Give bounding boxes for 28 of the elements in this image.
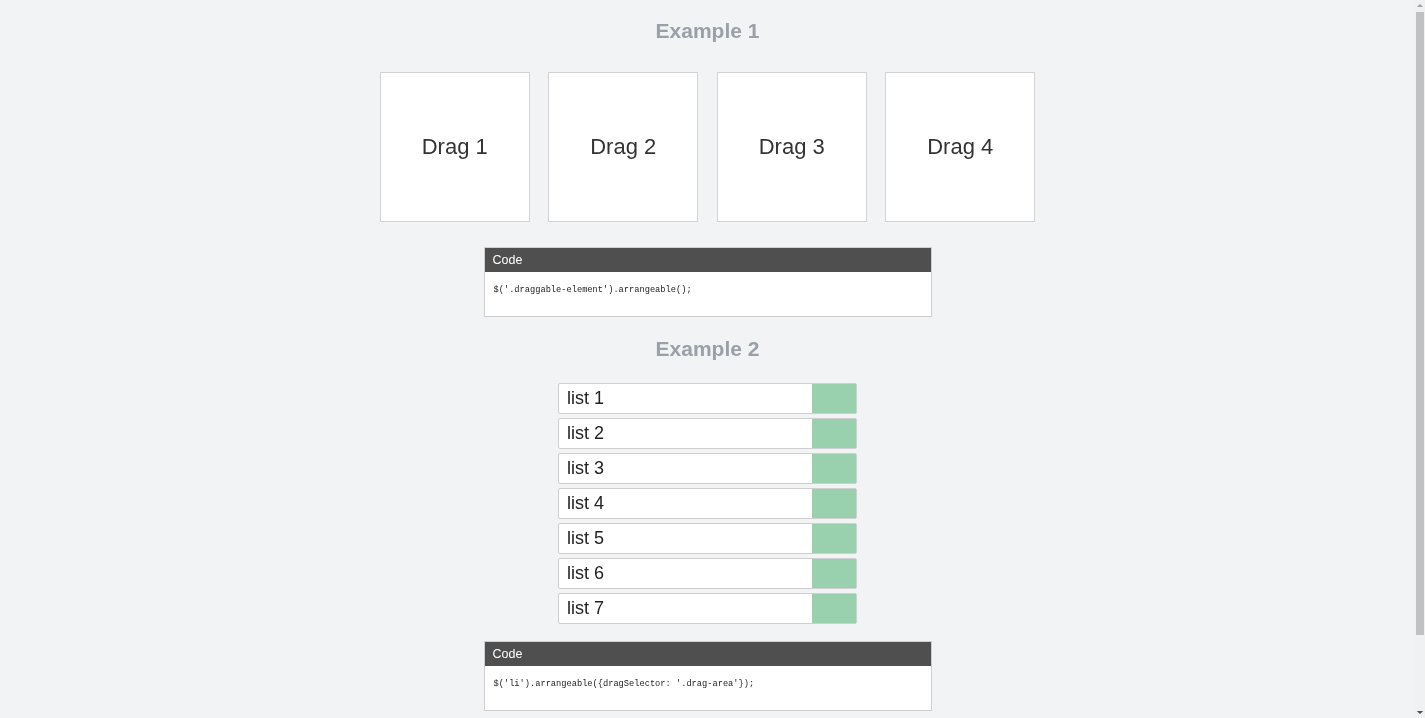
scrollbar-track[interactable]	[1415, 0, 1425, 718]
drag-tile[interactable]: Drag 3	[716, 72, 867, 222]
drag-tile[interactable]: Drag 1	[379, 72, 530, 222]
drag-tile[interactable]: Drag 2	[548, 72, 699, 222]
scroll-down-icon[interactable]	[1416, 710, 1424, 715]
drag-handle[interactable]	[812, 489, 856, 518]
drag-handle[interactable]	[812, 384, 856, 413]
list-item-label: list 5	[566, 527, 605, 550]
drag-handle[interactable]	[812, 419, 856, 448]
drag-handle[interactable]	[812, 454, 856, 483]
list-item-label: list 1	[566, 387, 605, 410]
scrollbar-thumb[interactable]	[1416, 12, 1424, 635]
list-item-label: list 4	[566, 492, 605, 515]
drag-tile[interactable]: Drag 4	[885, 72, 1036, 222]
code-text: $('.draggable-element').arrangeable();	[492, 284, 693, 297]
scroll-up-icon[interactable]	[1416, 3, 1424, 8]
code-header: Code	[484, 642, 931, 666]
list-item-label: list 6	[566, 562, 605, 585]
section-title: Example 2	[655, 337, 760, 361]
section-title: Example 1	[655, 19, 760, 43]
drag-handle[interactable]	[812, 594, 856, 623]
list-item-label: list 3	[566, 457, 605, 480]
drag-handle[interactable]	[812, 559, 856, 588]
drag-handle[interactable]	[812, 524, 856, 553]
code-header: Code	[484, 248, 931, 272]
list-item-label: list 7	[566, 597, 605, 620]
code-text: $('li').arrangeable({dragSelector: '.drag-area'});	[492, 678, 756, 691]
list-item-label: list 2	[566, 422, 605, 445]
